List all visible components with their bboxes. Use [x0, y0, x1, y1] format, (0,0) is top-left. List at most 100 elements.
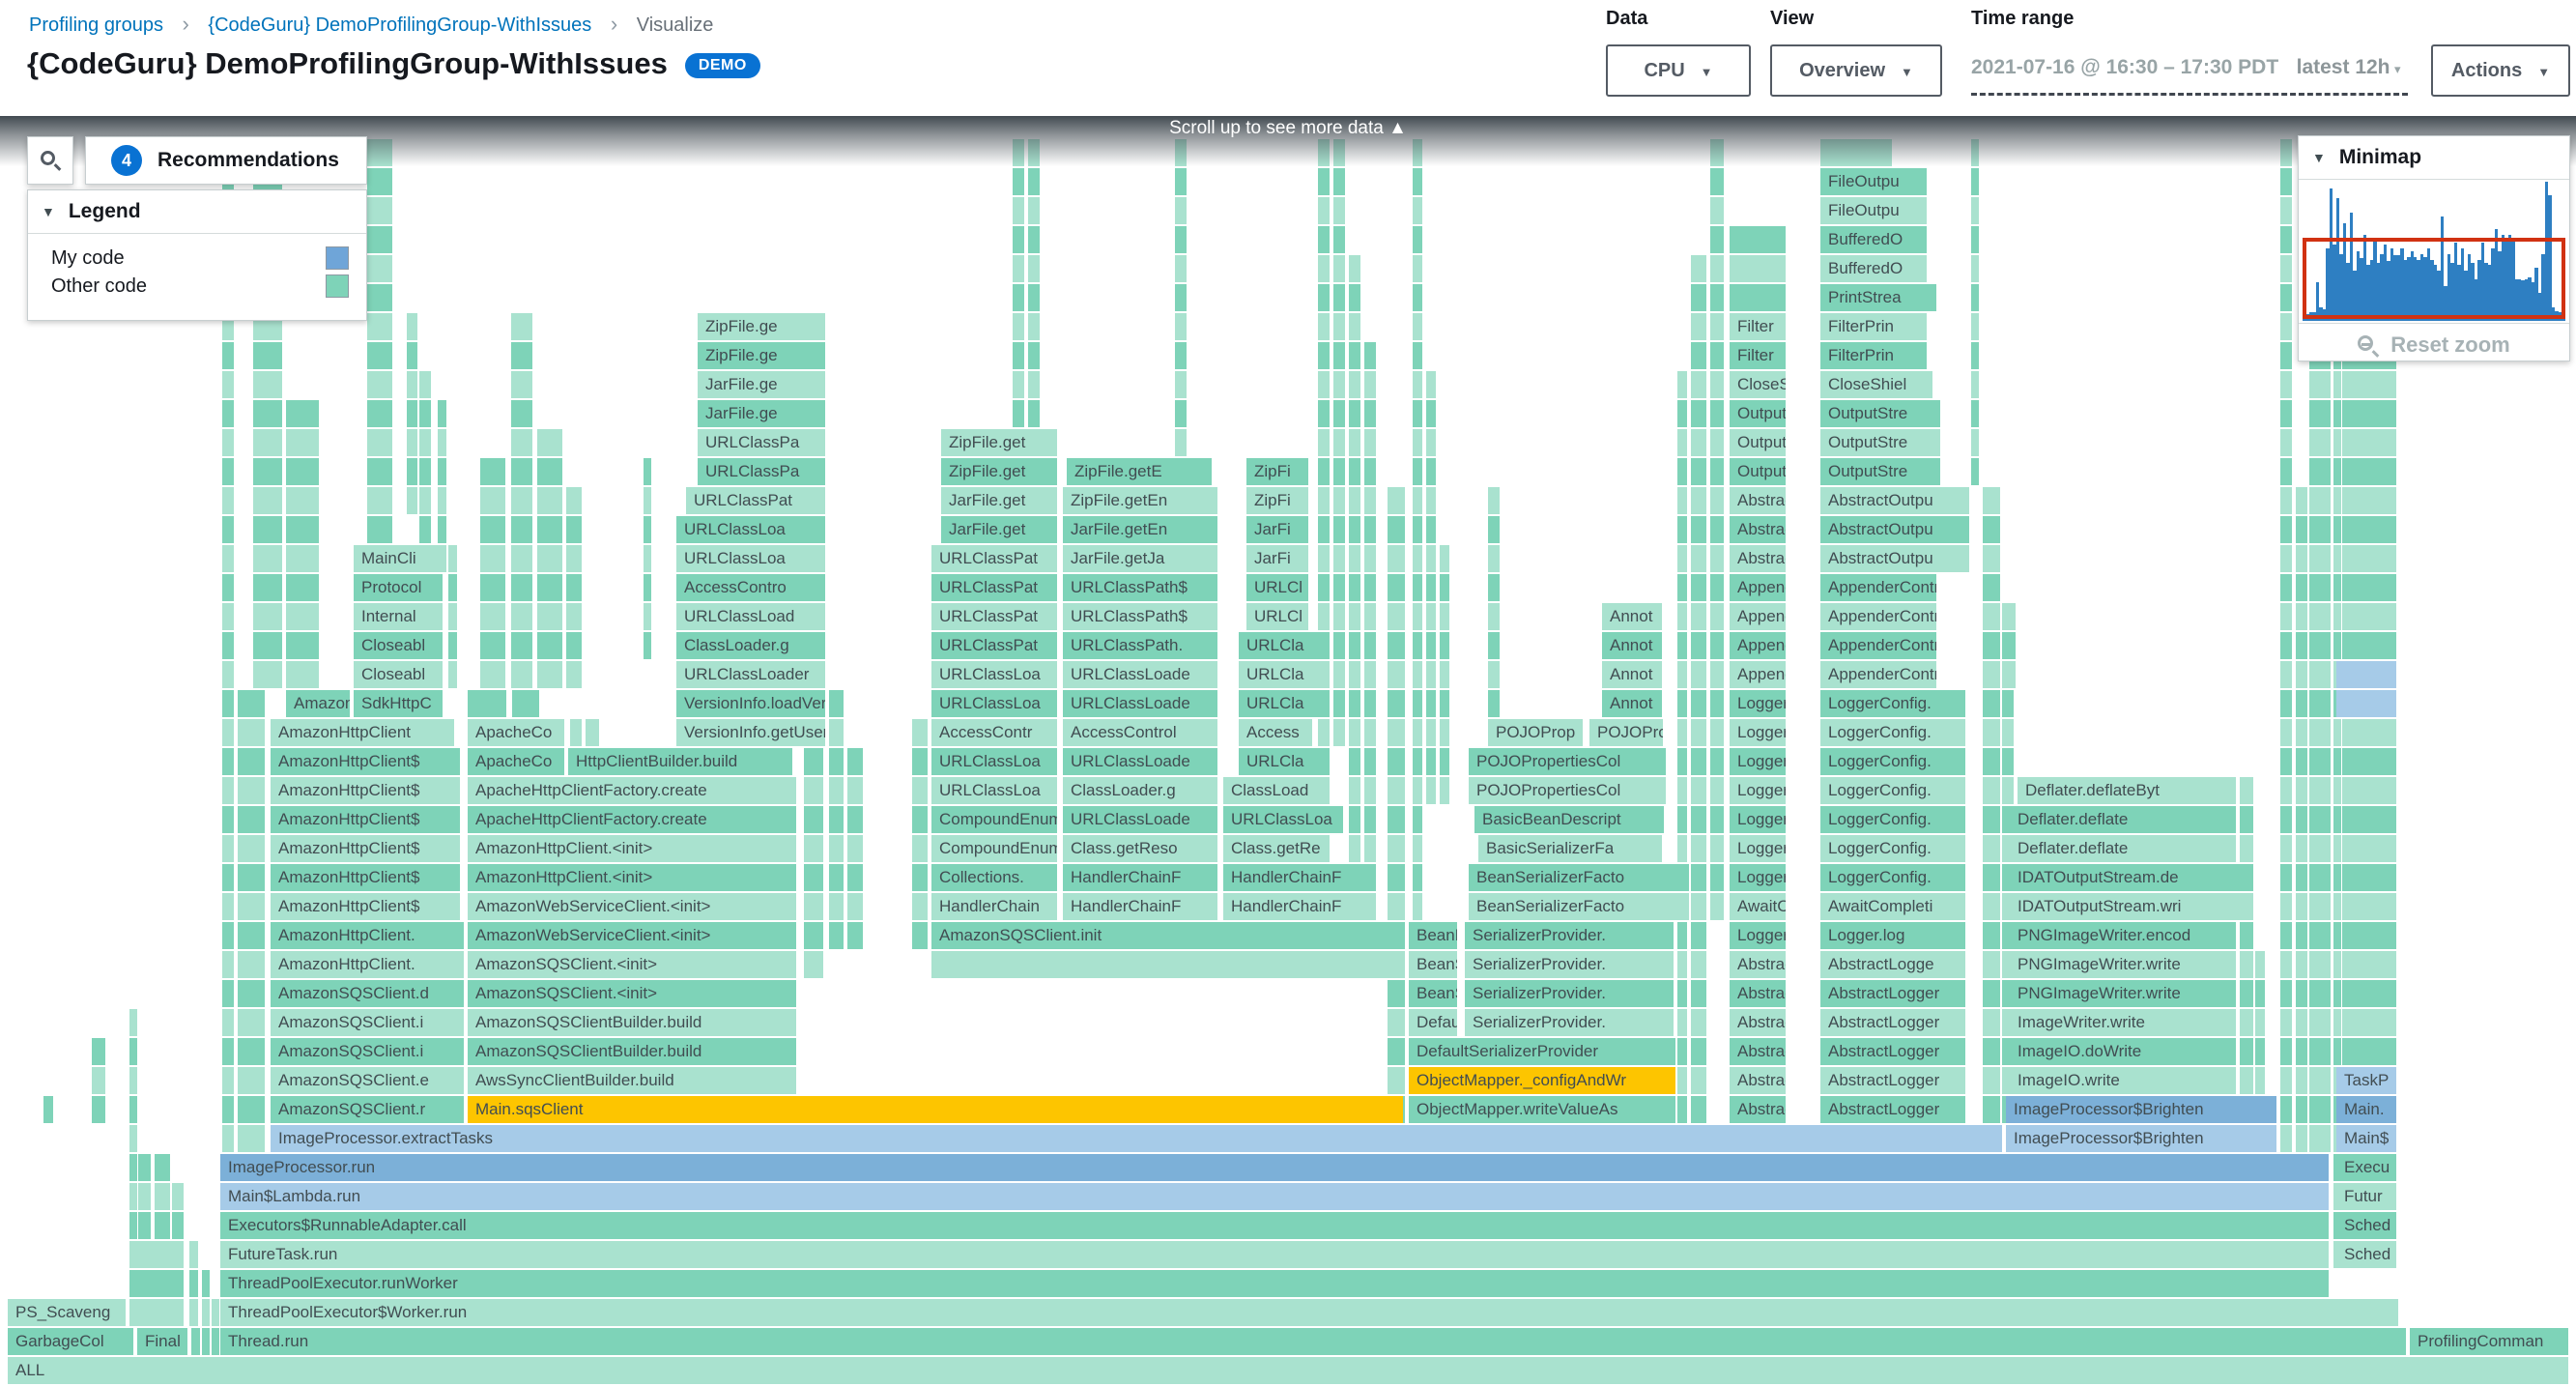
flame-cell[interactable]: POJOPropertiesCol — [1469, 748, 1666, 775]
flame-cell-filler[interactable] — [1413, 458, 1422, 485]
flame-cell-filler[interactable] — [2309, 661, 2331, 688]
flame-cell[interactable]: PNGImageWriter.encod — [2010, 922, 2236, 949]
flame-cell-filler[interactable] — [1426, 487, 1436, 514]
flame-cell-filler[interactable] — [1413, 487, 1422, 514]
flame-cell[interactable]: ZipFile.getEn — [1063, 487, 1217, 514]
flame-cell-filler[interactable] — [1710, 748, 1724, 775]
flame-cell-filler[interactable] — [2333, 1038, 2341, 1065]
flame-cell-filler[interactable] — [829, 922, 844, 949]
flame-cell-filler[interactable] — [253, 545, 282, 572]
flame-cell[interactable]: Access — [1239, 719, 1312, 746]
flame-cell-filler[interactable] — [238, 690, 265, 717]
flame-cell-filler[interactable] — [566, 574, 582, 601]
flame-cell[interactable]: URLClassPa — [698, 458, 825, 485]
flame-cell[interactable]: Filter — [1730, 342, 1786, 369]
flame-cell-filler[interactable] — [1318, 429, 1330, 456]
flame-cell-filler[interactable] — [1388, 690, 1405, 717]
flame-cell-filler[interactable] — [1971, 197, 1979, 224]
flame-cell-filler[interactable] — [1710, 226, 1724, 253]
flame-cell-filler[interactable] — [1971, 139, 1979, 166]
flame-cell[interactable]: CompoundEnum — [931, 835, 1057, 862]
flame-cell-filler[interactable] — [480, 632, 505, 659]
flame-cell-filler[interactable] — [1426, 400, 1436, 427]
flame-cell-filler[interactable] — [1440, 719, 1449, 746]
flame-cell-filler[interactable] — [1388, 1009, 1405, 1036]
flame-cell[interactable]: AbstractOutpu — [1820, 545, 1969, 572]
flame-cell-filler[interactable] — [1388, 632, 1405, 659]
flame-cell-filler[interactable] — [1349, 748, 1360, 775]
flame-cell-filler[interactable] — [511, 458, 532, 485]
flame-cell-filler[interactable] — [804, 835, 823, 862]
flame-cell-filler[interactable] — [1440, 690, 1449, 717]
flame-cell[interactable]: ApacheHttpClientFactory.create — [468, 777, 796, 804]
flame-cell-filler[interactable] — [407, 458, 417, 485]
flame-cell-filler[interactable] — [1971, 226, 1979, 253]
flame-cell[interactable]: AmazonHttpClient.<init> — [468, 864, 796, 891]
flame-cell-filler[interactable] — [2309, 806, 2331, 833]
flame-cell-filler[interactable] — [1028, 139, 1040, 166]
flame-cell-filler[interactable] — [1388, 1067, 1405, 1094]
flame-cell-filler[interactable] — [1983, 1009, 2000, 1036]
flame-cell[interactable]: LoggerConfig. — [1820, 806, 1965, 833]
flame-cell-filler[interactable] — [286, 632, 319, 659]
flame-cell-filler[interactable] — [1710, 371, 1724, 398]
flame-cell-filler[interactable] — [2333, 922, 2341, 949]
flame-cell-filler[interactable] — [2309, 487, 2331, 514]
flame-cell-filler[interactable] — [1333, 139, 1345, 166]
flame-cell[interactable]: URLClassLoa — [676, 545, 825, 572]
flame-cell-filler[interactable] — [2342, 632, 2396, 659]
flame-cell-filler[interactable] — [512, 690, 539, 717]
flame-cell-filler[interactable] — [222, 1067, 234, 1094]
flame-cell-filler[interactable] — [1710, 168, 1724, 195]
flame-cell[interactable]: VersionInfo.getUser — [676, 719, 825, 746]
flame-cell-filler[interactable] — [1349, 574, 1360, 601]
flame-cell-filler[interactable] — [172, 1183, 184, 1210]
flame-cell[interactable]: Final — [137, 1328, 187, 1355]
flame-cell-filler[interactable] — [1175, 255, 1187, 282]
flame-cell-filler[interactable] — [2280, 777, 2292, 804]
flame-cell[interactable]: JarFile.ge — [698, 400, 825, 427]
flame-cell-filler[interactable] — [2280, 1096, 2292, 1123]
flame-cell-filler[interactable] — [829, 835, 844, 862]
search-button[interactable] — [27, 136, 73, 185]
flame-cell-filler[interactable] — [419, 516, 431, 543]
flame-cell-filler[interactable] — [1318, 313, 1330, 340]
flame-cell-filler[interactable] — [2342, 893, 2396, 920]
flame-cell-filler[interactable] — [2255, 1038, 2265, 1065]
flame-cell-filler[interactable] — [2333, 487, 2341, 514]
flame-cell-filler[interactable] — [1364, 429, 1376, 456]
flame-cell[interactable]: Main$Lambda.run — [220, 1183, 2329, 1210]
flame-cell-filler[interactable] — [2296, 1038, 2307, 1065]
flame-cell[interactable]: ZipFile.getE — [1067, 458, 1212, 485]
flame-cell-filler[interactable] — [912, 806, 928, 833]
flame-cell-filler[interactable] — [286, 400, 319, 427]
flame-cell-filler[interactable] — [804, 922, 823, 949]
flame-cell[interactable]: BufferedO — [1820, 226, 1927, 253]
flame-cell-filler[interactable] — [1710, 864, 1724, 891]
flame-cell-filler[interactable] — [2240, 1009, 2253, 1036]
flame-cell-filler[interactable] — [448, 574, 457, 601]
reset-zoom-button[interactable]: Reset zoom — [2299, 323, 2569, 365]
flame-cell[interactable]: ClassLoad — [1223, 777, 1320, 804]
flame-cell-filler[interactable] — [2333, 545, 2341, 572]
flame-cell-filler[interactable] — [1691, 487, 1706, 514]
flame-cell[interactable]: AppenderContr — [1820, 574, 1936, 601]
flame-cell-filler[interactable] — [129, 1183, 137, 1210]
flame-cell-filler[interactable] — [1440, 603, 1449, 630]
flame-cell-filler[interactable] — [1677, 400, 1687, 427]
flame-cell-filler[interactable] — [1333, 603, 1345, 630]
flame-cell-filler[interactable] — [912, 864, 928, 891]
flame-cell[interactable]: OutputStre — [1820, 458, 1940, 485]
flame-cell[interactable]: MainCli — [354, 545, 443, 572]
flame-cell[interactable]: LoggerC — [1730, 719, 1786, 746]
flame-cell-filler[interactable] — [1426, 661, 1436, 688]
flame-cell-filler[interactable] — [238, 777, 265, 804]
flame-cell-filler[interactable] — [1691, 313, 1706, 340]
flame-cell-filler[interactable] — [1028, 400, 1040, 427]
flame-cell-filler[interactable] — [1388, 1038, 1405, 1065]
flame-cell[interactable]: AwsSyncClientBuilder.build — [468, 1067, 796, 1094]
flame-cell-filler[interactable] — [586, 719, 599, 746]
flame-cell[interactable]: IDATOutputStream.de — [2010, 864, 2240, 891]
flame-cell-filler[interactable] — [1488, 516, 1500, 543]
flame-cell-filler[interactable] — [1426, 545, 1436, 572]
